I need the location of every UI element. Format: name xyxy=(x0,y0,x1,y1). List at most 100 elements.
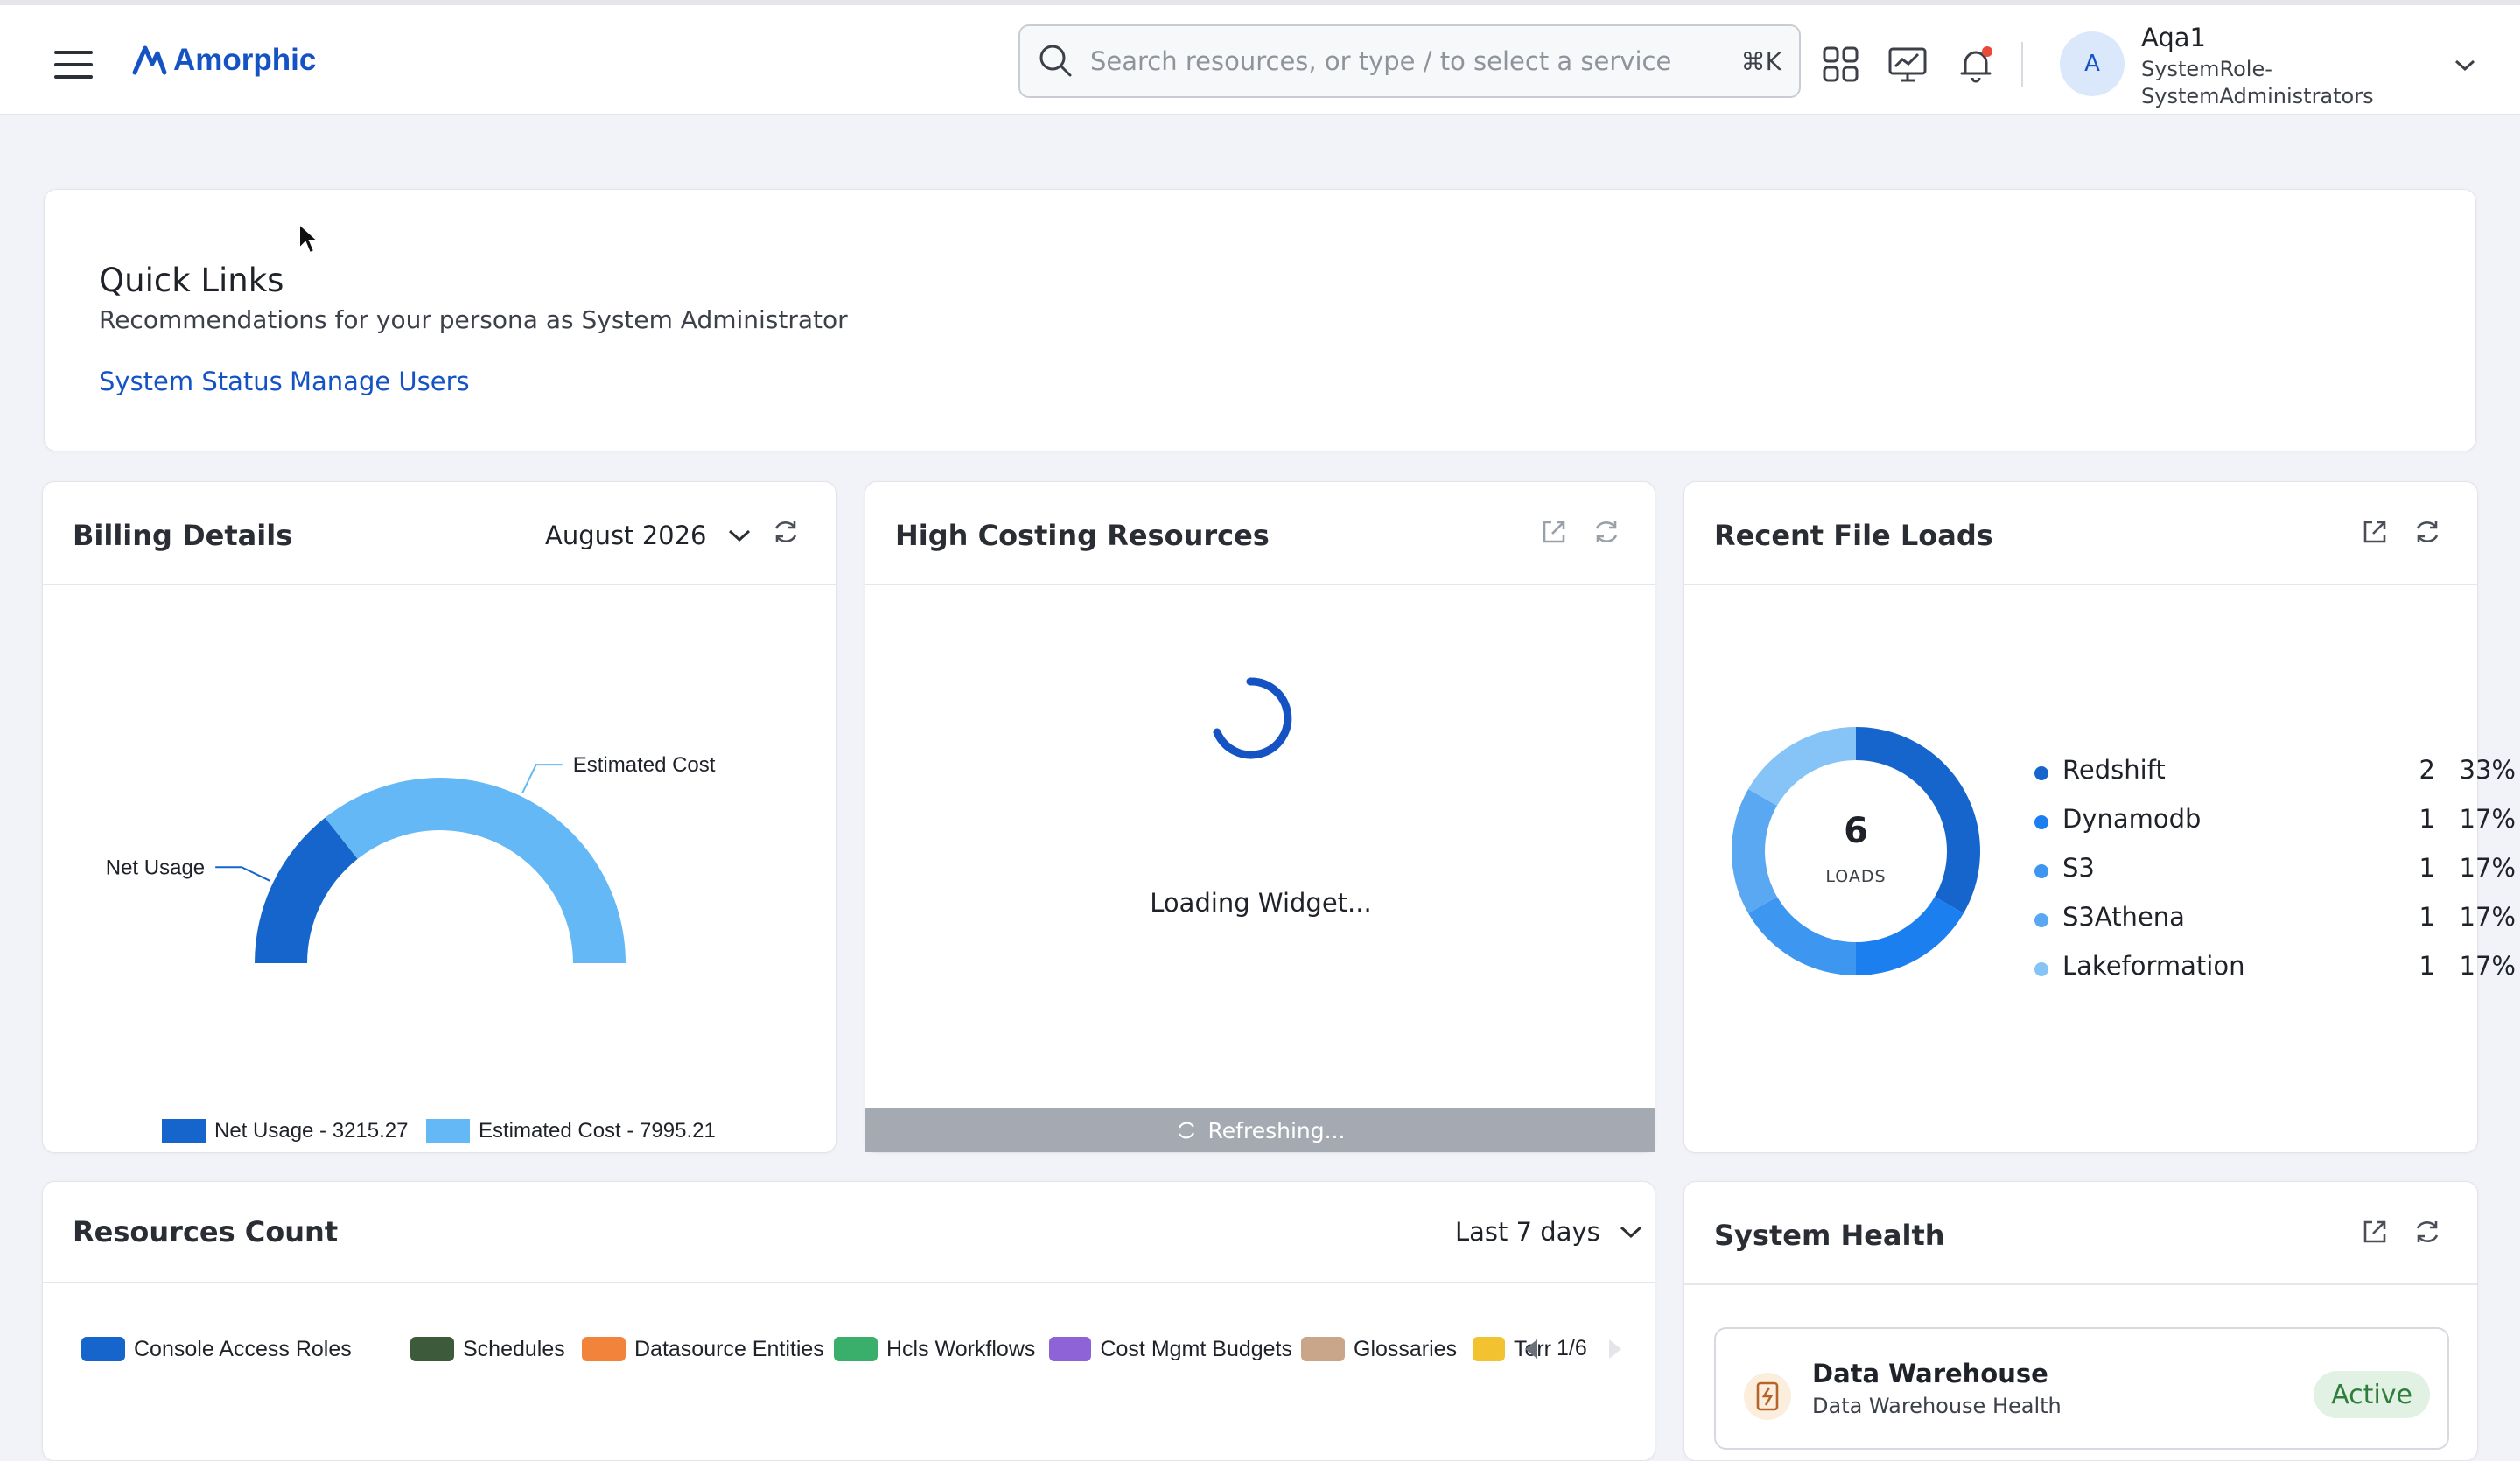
avatar[interactable]: A xyxy=(2060,31,2124,96)
legend-item-schedules[interactable]: Schedules xyxy=(410,1336,573,1362)
billing-period-value: August 2026 xyxy=(545,521,707,550)
mouse-cursor-icon xyxy=(298,222,320,255)
legend-swatch xyxy=(1301,1337,1345,1361)
external-link-icon[interactable] xyxy=(2360,517,2390,547)
legend-label: Datasource Entities xyxy=(634,1336,824,1361)
user-name: Aqa1 xyxy=(2141,23,2206,52)
link-system-status[interactable]: System Status xyxy=(99,367,283,396)
legend-swatch-net-usage xyxy=(162,1119,206,1143)
card-divider xyxy=(865,584,1655,585)
menu-icon[interactable] xyxy=(54,51,93,79)
header-divider xyxy=(2021,42,2023,87)
data-warehouse-health-item[interactable]: Data Warehouse Data Warehouse Health Act… xyxy=(1714,1327,2449,1450)
refresh-icon[interactable] xyxy=(2412,517,2442,547)
refresh-icon[interactable] xyxy=(2412,1217,2442,1247)
legend-name: S3 xyxy=(2062,853,2095,883)
health-item-title: Data Warehouse xyxy=(1812,1359,2048,1388)
legend-percent: 17% xyxy=(2459,853,2516,883)
legend-item-cost-mgmt-budgets[interactable]: Cost Mgmt Budgets xyxy=(1049,1336,1292,1362)
search-shortcut: ⌘K xyxy=(1740,46,1782,76)
search-box[interactable]: ⌘K xyxy=(1018,24,1801,98)
search-icon xyxy=(1040,45,1072,77)
legend-swatch xyxy=(81,1337,125,1361)
donut-segment-s3 xyxy=(1748,897,1856,975)
legend-name: Redshift xyxy=(2062,755,2166,785)
file-loads-donut-chart xyxy=(1732,727,1980,975)
resources-range-value: Last 7 days xyxy=(1455,1217,1600,1247)
chevron-down-icon xyxy=(728,529,750,542)
app-logo[interactable]: Amorphic xyxy=(131,38,316,82)
legend-percent: 17% xyxy=(2459,804,2516,834)
external-link-icon[interactable] xyxy=(1539,517,1569,547)
legend-dot xyxy=(2034,766,2048,780)
donut-total: 6 xyxy=(1844,811,1868,851)
card-divider xyxy=(43,1282,1655,1283)
legend-row-redshift[interactable]: Redshift 2 33% xyxy=(2034,755,2516,790)
legend-name: Lakeformation xyxy=(2062,951,2245,981)
notification-bell-icon[interactable] xyxy=(1955,44,1997,86)
data-warehouse-icon xyxy=(1744,1373,1791,1420)
refreshing-bar: Refreshing... xyxy=(865,1108,1655,1152)
legend-dot xyxy=(2034,815,2048,829)
logo-text: Amorphic xyxy=(173,43,317,77)
pager-next-icon[interactable] xyxy=(1604,1336,1625,1362)
quick-links-card: Quick Links Recommendations for your per… xyxy=(44,189,2476,451)
gauge-label-net-usage: Net Usage xyxy=(106,856,205,879)
legend-percent: 33% xyxy=(2459,755,2516,785)
legend-estimated-cost: Estimated Cost - 7995.21 xyxy=(479,1119,716,1143)
refresh-icon[interactable] xyxy=(771,517,801,547)
donut-segment-lakeformation xyxy=(1748,727,1856,806)
legend-row-s3athena[interactable]: S3Athena 1 17% xyxy=(2034,902,2516,937)
legend-count: 1 xyxy=(2418,951,2435,981)
refresh-icon[interactable] xyxy=(1592,517,1621,547)
loading-text: Loading Widget... xyxy=(1150,888,1372,918)
pager-prev-icon[interactable] xyxy=(1522,1336,1543,1362)
health-item-subtitle: Data Warehouse Health xyxy=(1812,1394,2062,1418)
legend-label: Schedules xyxy=(463,1336,565,1361)
legend-swatch xyxy=(1473,1337,1505,1361)
legend-label: Console Access Roles xyxy=(134,1336,352,1361)
resources-range-select[interactable]: Last 7 days xyxy=(1455,1217,1644,1247)
gauge-label-line xyxy=(522,764,563,793)
search-input[interactable] xyxy=(1088,45,1741,77)
link-manage-users[interactable]: Manage Users xyxy=(290,367,470,396)
legend-percent: 17% xyxy=(2459,902,2516,932)
legend-item-hcls-workflows[interactable]: Hcls Workflows xyxy=(834,1336,1040,1362)
legend-count: 1 xyxy=(2418,853,2435,883)
card-divider xyxy=(1684,1283,2477,1285)
quick-links-title: Quick Links xyxy=(99,262,284,299)
external-link-icon[interactable] xyxy=(2360,1217,2390,1247)
monitor-chart-icon[interactable] xyxy=(1886,44,1928,86)
resources-count-card: Resources Count Last 7 days Console Acce… xyxy=(42,1181,1656,1461)
billing-title: Billing Details xyxy=(73,519,293,552)
legend-row-lakeformation[interactable]: Lakeformation 1 17% xyxy=(2034,951,2516,986)
legend-count: 1 xyxy=(2418,804,2435,834)
legend-label: Hcls Workflows xyxy=(886,1336,1036,1361)
legend-item-console-access-roles[interactable]: Console Access Roles xyxy=(81,1336,402,1362)
gauge-label-line xyxy=(215,866,270,882)
billing-period-select[interactable]: August 2026 xyxy=(545,521,752,550)
chevron-down-icon[interactable] xyxy=(2452,54,2478,75)
legend-row-dynamodb[interactable]: Dynamodb 1 17% xyxy=(2034,804,2516,839)
top-bar: Amorphic ⌘K A Aqa1 SystemRole-SystemAdmi… xyxy=(0,0,2520,115)
apps-grid-icon[interactable] xyxy=(1820,44,1862,86)
gauge-label-estimated-cost: Estimated Cost xyxy=(573,753,716,777)
legend-row-s3[interactable]: S3 1 17% xyxy=(2034,853,2516,888)
gauge-segment-estimated-cost xyxy=(325,778,626,963)
gauge-segment-net-usage xyxy=(255,817,358,963)
legend-swatch xyxy=(582,1337,626,1361)
legend-item-glossaries[interactable]: Glossaries xyxy=(1301,1336,1464,1362)
quick-links-subtitle: Recommendations for your persona as Syst… xyxy=(99,305,848,334)
legend-swatch xyxy=(410,1337,454,1361)
resources-count-title: Resources Count xyxy=(73,1215,339,1248)
legend-dot xyxy=(2034,962,2048,976)
donut-segment-dynamodb xyxy=(1856,897,1964,975)
legend-count: 2 xyxy=(2418,755,2435,785)
legend-count: 1 xyxy=(2418,902,2435,932)
legend-label: Glossaries xyxy=(1354,1336,1458,1361)
system-health-card: System Health Data Warehouse Data Wareho… xyxy=(1684,1181,2478,1461)
legend-percent: 17% xyxy=(2459,951,2516,981)
legend-label: Cost Mgmt Budgets xyxy=(1100,1336,1292,1361)
legend-item-datasource-entities[interactable]: Datasource Entities xyxy=(582,1336,825,1362)
billing-gauge-chart: Net Usage Estimated Cost xyxy=(106,753,716,963)
